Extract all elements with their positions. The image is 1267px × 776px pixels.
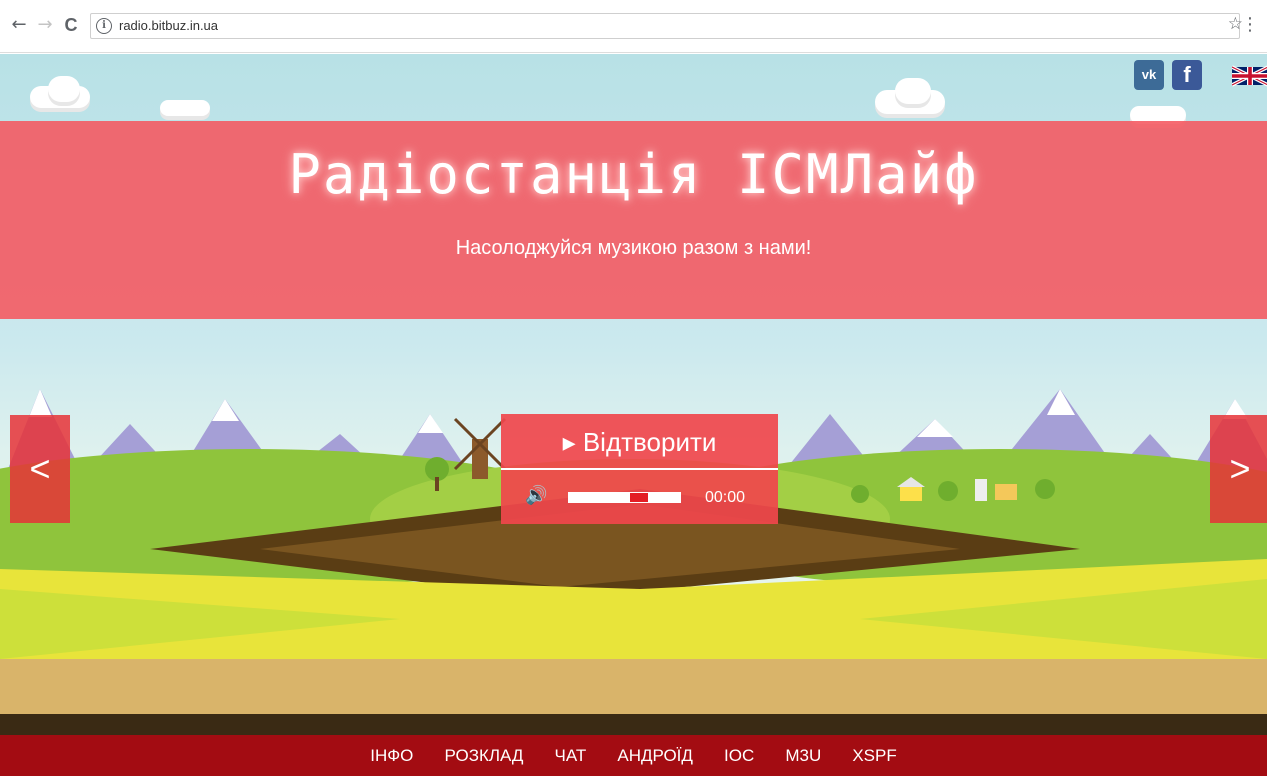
header-banner: Радіостанція ІСМЛайф Насолоджуйся музико…: [0, 121, 1267, 319]
footer-link-schedule[interactable]: РОЗКЛАД: [445, 735, 524, 776]
carousel-next-button[interactable]: >: [1210, 415, 1267, 523]
facebook-icon[interactable]: f: [1172, 60, 1202, 90]
browser-menu-icon[interactable]: ⋮: [1241, 14, 1259, 35]
reload-button[interactable]: C: [60, 14, 82, 36]
landscape-illustration: [0, 389, 1267, 735]
footer-link-ios[interactable]: ІОС: [724, 735, 754, 776]
page-subtitle: Насолоджуйся музикою разом з нами!: [455, 237, 812, 259]
vk-icon[interactable]: vk: [1134, 60, 1164, 90]
radio-player: ▸ Відтворити 🔊 00:00: [501, 414, 778, 524]
back-button[interactable]: ←: [8, 14, 30, 36]
footer-link-android[interactable]: АНДРОЇД: [617, 735, 693, 776]
page-title: Радіостанція ІСМЛайф: [288, 143, 979, 206]
address-bar[interactable]: i radio.bitbuz.in.ua: [90, 13, 1240, 39]
footer-link-xspf[interactable]: XSPF: [852, 735, 896, 776]
url-text[interactable]: radio.bitbuz.in.ua: [119, 18, 218, 33]
footer-nav: ІНФО РОЗКЛАД ЧАТ АНДРОЇД ІОС M3U XSPF: [0, 735, 1267, 776]
footer-link-chat[interactable]: ЧАТ: [555, 735, 587, 776]
cloud-decoration: [48, 76, 80, 102]
footer-link-m3u[interactable]: M3U: [785, 735, 821, 776]
footer-link-info[interactable]: ІНФО: [370, 735, 413, 776]
info-icon[interactable]: i: [96, 18, 112, 34]
cloud-decoration: [895, 78, 931, 104]
volume-icon[interactable]: 🔊: [525, 485, 547, 506]
forward-button[interactable]: →: [34, 14, 56, 36]
browser-toolbar: ← → C i radio.bitbuz.in.ua ☆ ⋮: [0, 0, 1267, 53]
uk-flag-icon[interactable]: [1232, 62, 1267, 90]
volume-handle[interactable]: [630, 493, 648, 502]
volume-slider[interactable]: [568, 492, 681, 503]
carousel-prev-button[interactable]: <: [10, 415, 70, 523]
page: vk f Радіостанція ІСМЛайф Насолоджуйся м…: [0, 54, 1267, 776]
cloud-decoration: [160, 100, 210, 116]
play-button[interactable]: ▸ Відтворити: [501, 414, 778, 470]
playback-time: 00:00: [705, 489, 746, 506]
